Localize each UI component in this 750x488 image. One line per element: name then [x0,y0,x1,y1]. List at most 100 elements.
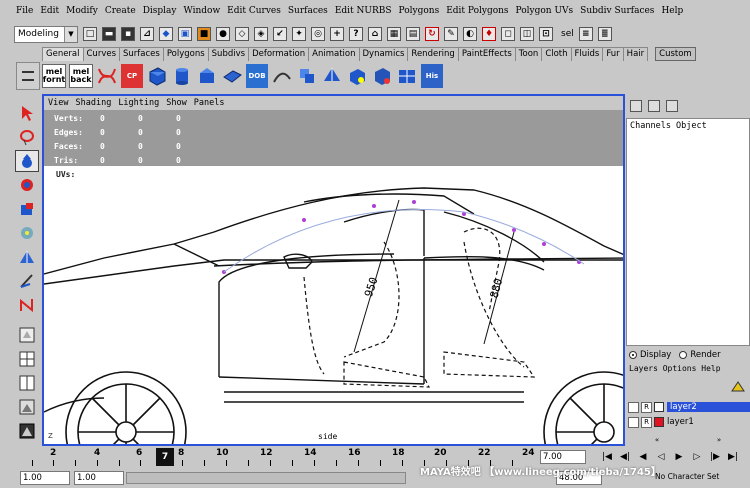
vertex-mask-icon[interactable]: ● [216,27,230,41]
new-scene-icon[interactable]: □ [83,27,97,41]
input-line-icon[interactable]: ◻ [501,27,515,41]
range-slider-bar[interactable] [126,472,406,484]
start-time-field[interactable]: 1.00 [20,471,70,485]
cube-icon[interactable] [146,64,168,88]
open-scene-icon[interactable]: ▬ [102,27,116,41]
mel-back-button[interactable]: mel back [69,64,93,88]
combine-icon[interactable] [396,64,418,88]
cone-icon[interactable] [196,64,218,88]
curve-tool-icon[interactable] [271,64,293,88]
go-to-start-icon[interactable]: |◀ [600,450,614,464]
tab-rendering[interactable]: Rendering [407,47,459,61]
tab-polygons[interactable]: Polygons [162,47,209,61]
vp-menu-shading[interactable]: Shading [75,98,111,108]
four-view-layout[interactable] [15,348,39,370]
single-view-layout[interactable] [15,324,39,346]
dob-button[interactable]: DOB [246,64,268,88]
tab-fluids[interactable]: Fluids [570,47,604,61]
layers-menubar[interactable]: Layers Options Help [626,364,750,376]
layer-visibility-checkbox[interactable] [628,401,639,413]
last-tool[interactable] [15,294,39,316]
menu-surfaces[interactable]: Surfaces [288,6,328,16]
play-forward-icon[interactable]: ▶ [672,450,686,464]
persp-graph-layout[interactable] [15,396,39,418]
tab-surfaces[interactable]: Surfaces [119,47,164,61]
tab-cloth[interactable]: Cloth [541,47,572,61]
render-globals-icon[interactable]: ♦ [482,27,496,41]
snap-grid-icon[interactable]: + [330,27,344,41]
playback-start-field[interactable]: 1.00 [74,471,124,485]
tab-hair[interactable]: Hair [622,47,649,61]
menu-window[interactable]: Window [184,6,221,16]
tab-animation[interactable]: Animation [308,47,360,61]
rotate-tool[interactable] [15,174,39,196]
menu-modify[interactable]: Modify [66,6,98,16]
step-back-icon[interactable]: ◀| [618,450,632,464]
menu-edit[interactable]: Edit [40,6,59,16]
layer-flag[interactable]: R [641,401,652,413]
menu-display[interactable]: Display [143,6,177,16]
channel-list-icon[interactable] [666,100,678,112]
scroll-left-icon[interactable]: « [655,436,659,444]
two-view-layout[interactable] [15,372,39,394]
layer-scroll-arrows[interactable]: «» [626,436,750,444]
menu-edit-polygons[interactable]: Edit Polygons [446,6,508,16]
render-radio[interactable] [679,351,688,359]
character-set-menu[interactable]: No Character Set [655,472,719,481]
new-layer-icon[interactable] [730,379,746,395]
edge-mask-icon[interactable]: ◇ [235,27,249,41]
snap-view-icon[interactable]: ▦ [387,27,401,41]
play-backward-icon[interactable]: ◁ [654,450,668,464]
menu-polygon-uvs[interactable]: Polygon UVs [516,6,574,16]
twist-icon[interactable] [96,64,118,88]
channel-box-header[interactable]: Channels Object [627,119,749,133]
vp-menu-show[interactable]: Show [166,98,186,108]
menu-edit-curves[interactable]: Edit Curves [227,6,281,16]
universal-manip-tool[interactable] [15,222,39,244]
layout-icon[interactable]: ≣ [597,27,612,41]
current-frame-marker[interactable]: 7 [156,448,174,466]
menu-file[interactable]: File [16,6,33,16]
menu-polygons[interactable]: Polygons [399,6,440,16]
menu-help[interactable]: Help [661,6,683,16]
outliner-layout[interactable] [15,420,39,442]
vp-menu-view[interactable]: View [48,98,68,108]
ipr-icon[interactable]: ◐ [463,27,477,41]
select-object-icon[interactable]: ◆ [159,27,173,41]
tab-painteffects[interactable]: PaintEffects [457,47,516,61]
select-tool[interactable] [15,102,39,124]
channel-layout-icon[interactable] [630,100,642,112]
mel-front-button[interactable]: mel fornt [42,64,66,88]
tab-general[interactable]: General [42,47,84,61]
render-icon[interactable]: ✎ [444,27,458,41]
layer-flag[interactable]: R [641,416,652,428]
soft-mod-tool[interactable] [15,246,39,268]
go-to-end-icon[interactable]: ▶| [726,450,740,464]
channel-box[interactable]: Channels Object [626,118,750,346]
toggle-channels-icon[interactable]: ◫ [520,27,534,41]
step-forward-icon[interactable]: |▶ [708,450,722,464]
tab-dynamics[interactable]: Dynamics [358,47,409,61]
plane-icon[interactable] [221,64,243,88]
menu-create[interactable]: Create [105,6,136,16]
layer-color-swatch[interactable] [654,402,664,412]
menu-subdiv-surfaces[interactable]: Subdiv Surfaces [580,6,654,16]
step-back-key-icon[interactable]: ◀ [636,450,650,464]
tab-curves[interactable]: Curves [82,47,121,61]
snap-point-icon[interactable]: ⌂ [368,27,382,41]
history-button[interactable]: His [421,64,443,88]
smooth-icon[interactable] [371,64,393,88]
scale-tool[interactable] [15,198,39,220]
step-forward-key-icon[interactable]: ▷ [690,450,704,464]
vp-menu-panels[interactable]: Panels [194,98,225,108]
bevel-icon[interactable] [346,64,368,88]
uv-mask-icon[interactable]: ↙ [273,27,287,41]
display-radio[interactable] [629,351,637,359]
settings-icon[interactable]: ✦ [292,27,306,41]
tab-fur[interactable]: Fur [602,47,624,61]
split-icon[interactable] [321,64,343,88]
current-time-field[interactable]: 7.00 [540,450,586,464]
tab-deformation[interactable]: Deformation [248,47,310,61]
layer-row[interactable]: R layer1 [628,415,750,429]
save-scene-icon[interactable]: ▪ [121,27,135,41]
